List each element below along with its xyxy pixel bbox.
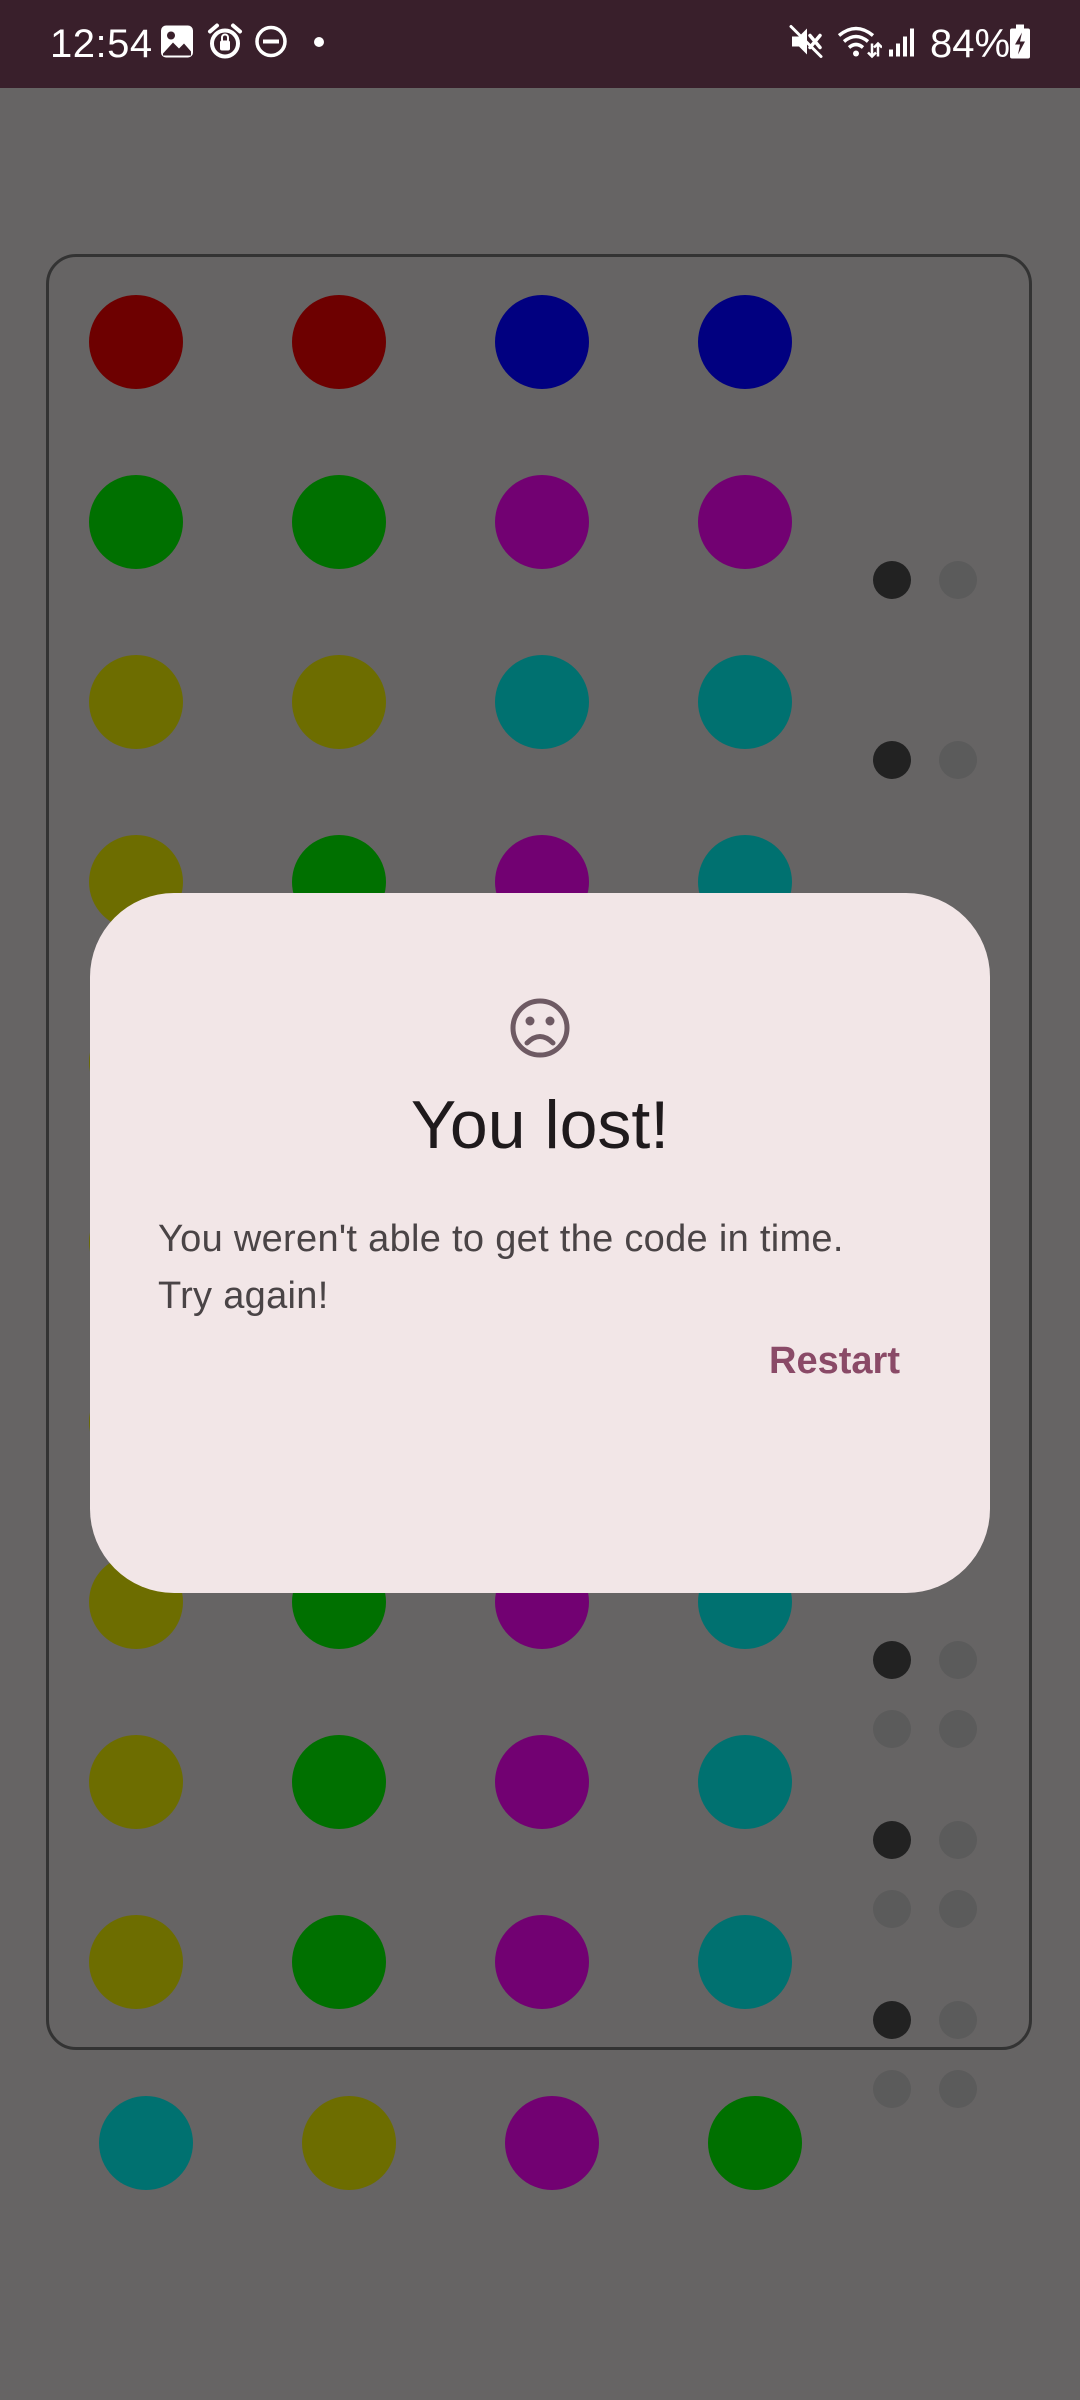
- hint-empty-dot: [939, 1641, 977, 1679]
- restart-button[interactable]: Restart: [769, 1325, 900, 1397]
- dialog-message-line-2: Try again!: [158, 1275, 329, 1317]
- do-not-disturb-icon: [254, 25, 288, 64]
- guess-peg-teal: [698, 1915, 792, 2009]
- guess-peg-green: [292, 1735, 386, 1829]
- dialog-title: You lost!: [410, 1087, 670, 1163]
- battery-percentage: 84%: [930, 22, 1011, 66]
- hint-empty-dot: [873, 2070, 911, 2108]
- wifi-icon: [836, 24, 883, 65]
- hint-correct-dot: [873, 1641, 911, 1679]
- hint-empty-dot: [939, 2001, 977, 2039]
- guess-peg-green: [292, 475, 386, 569]
- hint-correct-dot: [873, 1821, 911, 1859]
- hint-correct-dot: [873, 2001, 911, 2039]
- code-peg-purple: [505, 2096, 599, 2190]
- guess-peg-olive: [89, 1735, 183, 1829]
- guess-peg-purple: [495, 1915, 589, 2009]
- code-peg-olive: [302, 2096, 396, 2190]
- hint-empty-dot: [873, 1890, 911, 1928]
- dialog-message: You weren't able to get the code in time…: [158, 1211, 938, 1325]
- code-peg-teal: [99, 2096, 193, 2190]
- hint-empty-dot: [939, 561, 977, 599]
- guess-peg-olive: [292, 655, 386, 749]
- battery-charging-icon: [1008, 24, 1032, 65]
- guess-peg-teal: [698, 655, 792, 749]
- guess-peg-purple: [495, 475, 589, 569]
- game-over-dialog: You lost! You weren't able to get the co…: [90, 893, 990, 1593]
- mute-icon: [788, 24, 824, 65]
- guess-peg-red: [89, 295, 183, 389]
- signal-icon: [888, 26, 918, 63]
- guess-peg-red: [292, 295, 386, 389]
- status-bar: 12:54 84%: [0, 0, 1080, 88]
- hint-correct-dot: [873, 561, 911, 599]
- guess-peg-teal: [495, 655, 589, 749]
- hint-empty-dot: [939, 1890, 977, 1928]
- hint-empty-dot: [873, 1710, 911, 1748]
- guess-peg-blue: [495, 295, 589, 389]
- guess-peg-purple: [495, 1735, 589, 1829]
- guess-peg-teal: [698, 1735, 792, 1829]
- alarm-icon: [206, 23, 244, 66]
- hint-empty-dot: [939, 1710, 977, 1748]
- status-time: 12:54: [50, 22, 153, 66]
- notification-dot-icon: [313, 35, 325, 53]
- guess-peg-purple: [698, 475, 792, 569]
- guess-peg-green: [292, 1915, 386, 2009]
- hint-empty-dot: [939, 741, 977, 779]
- guess-peg-olive: [89, 655, 183, 749]
- guess-peg-green: [89, 475, 183, 569]
- hint-empty-dot: [939, 1821, 977, 1859]
- guess-peg-blue: [698, 295, 792, 389]
- gallery-icon: [160, 25, 194, 64]
- hint-correct-dot: [873, 741, 911, 779]
- hint-empty-dot: [939, 2070, 977, 2108]
- guess-peg-olive: [89, 1915, 183, 2009]
- dialog-message-line-1: You weren't able to get the code in time…: [158, 1218, 844, 1260]
- sad-face-icon: [508, 996, 572, 1065]
- code-peg-green: [708, 2096, 802, 2190]
